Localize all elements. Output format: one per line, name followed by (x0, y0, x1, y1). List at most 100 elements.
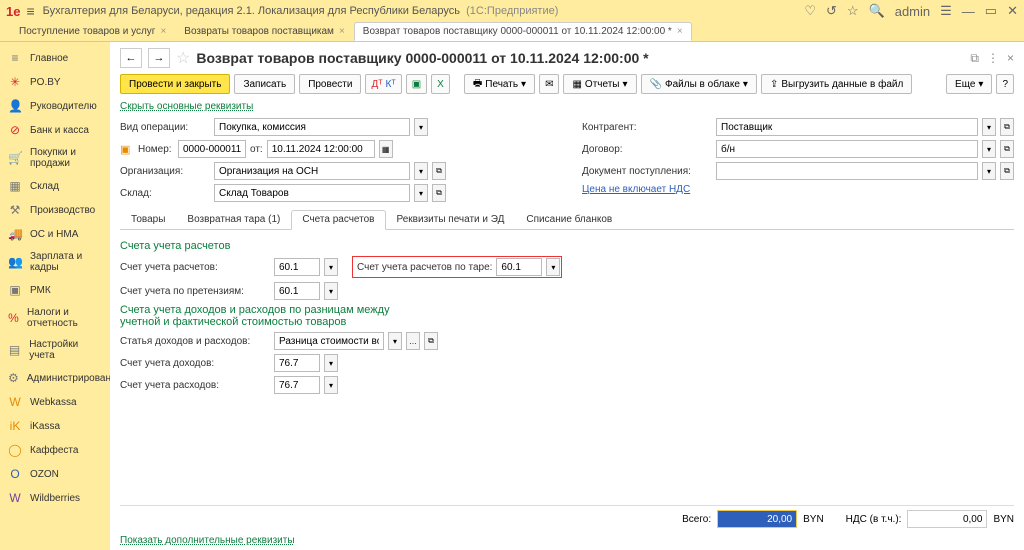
vat-note-link[interactable]: Цена не включает НДС (582, 184, 690, 195)
post-button[interactable]: Провести (299, 74, 361, 94)
calendar-icon[interactable]: ▦ (379, 140, 393, 158)
claim-input[interactable] (274, 282, 320, 300)
window-tab-active[interactable]: Возврат товаров поставщику 0000-000011 о… (354, 22, 692, 41)
sidebar-item[interactable]: ▣РМК (0, 278, 110, 302)
sidebar-item[interactable]: 👥Зарплата и кадры (0, 246, 110, 278)
open-icon[interactable]: ⧉ (432, 184, 446, 202)
open-icon[interactable]: ⧉ (432, 162, 446, 180)
window-tab[interactable]: Возвраты товаров поставщикам× (175, 22, 353, 41)
org-input[interactable] (214, 162, 410, 180)
dropdown-icon[interactable]: ▾ (388, 332, 402, 350)
write-button[interactable]: Записать (234, 74, 295, 94)
forward-button[interactable]: → (148, 48, 170, 68)
dropdown-icon[interactable]: ▾ (324, 282, 338, 300)
dropdown-icon[interactable]: ▾ (414, 184, 428, 202)
sidebar-item[interactable]: OOZON (0, 462, 110, 486)
favorite-icon[interactable]: ☆ (176, 48, 190, 68)
caption-icon[interactable]: ☰ (940, 3, 952, 19)
close-doc-icon[interactable]: × (1007, 51, 1014, 66)
contract-input[interactable] (716, 140, 978, 158)
sidebar-item[interactable]: 🚚ОС и НМА (0, 222, 110, 246)
window-tab[interactable]: Поступление товаров и услуг× (10, 22, 175, 41)
tab-close-icon[interactable]: × (339, 26, 345, 37)
gear-icon: ⚙ (8, 371, 19, 385)
sidebar-item[interactable]: %Налоги и отчетность (0, 302, 110, 334)
dropdown-icon[interactable]: ▾ (324, 258, 338, 276)
post-and-close-button[interactable]: Провести и закрыть (120, 74, 230, 94)
counterparty-input[interactable] (716, 118, 978, 136)
menu-icon[interactable]: ≡ (26, 3, 34, 19)
files-cloud-button[interactable]: 📎 Файлы в облаке ▾ (641, 74, 757, 94)
tab-tare[interactable]: Возвратная тара (1) (176, 210, 291, 229)
sidebar-item[interactable]: ▤Настройки учета (0, 334, 110, 366)
number-input[interactable] (178, 140, 246, 158)
op-type-input[interactable] (214, 118, 410, 136)
hide-main-link[interactable]: Скрыть основные реквизиты (120, 101, 253, 112)
total-input[interactable] (717, 510, 797, 528)
expense-acc-input[interactable] (274, 376, 320, 394)
maximize-icon[interactable]: ▭ (985, 3, 997, 19)
tab-blanks[interactable]: Списание бланков (515, 210, 623, 229)
tab-close-icon[interactable]: × (160, 26, 166, 37)
create-based-button[interactable]: ▣ (406, 74, 427, 94)
sidebar-item[interactable]: WWebkassa (0, 390, 110, 414)
dt-kt-button[interactable]: ДᵀКᵀ (365, 74, 401, 94)
link-icon[interactable]: ⧉ (970, 51, 979, 66)
date-input[interactable] (267, 140, 375, 158)
acc-input[interactable] (274, 258, 320, 276)
dropdown-icon[interactable]: ▾ (414, 118, 428, 136)
close-icon[interactable]: ✕ (1007, 3, 1018, 19)
assets-icon: 🚚 (8, 227, 22, 241)
tab-goods[interactable]: Товары (120, 210, 176, 229)
sidebar-item[interactable]: ⚒Производство (0, 198, 110, 222)
vat-input[interactable] (907, 510, 987, 528)
warehouse-input[interactable] (214, 184, 410, 202)
article-input[interactable] (274, 332, 384, 350)
dropdown-icon[interactable]: ▾ (982, 162, 996, 180)
open-icon[interactable]: ⧉ (1000, 140, 1014, 158)
email-button[interactable]: ✉ (539, 74, 559, 94)
sidebar-item[interactable]: ◯Каффеста (0, 438, 110, 462)
star-icon[interactable]: ☆ (847, 3, 859, 19)
sidebar-item[interactable]: iKiKassa (0, 414, 110, 438)
sidebar-item[interactable]: WWildberries (0, 486, 110, 510)
sidebar-item[interactable]: ✳PO.BY (0, 70, 110, 94)
sidebar-item[interactable]: ≡Главное (0, 46, 110, 70)
help-button[interactable]: ? (996, 74, 1014, 94)
print-button[interactable]: 🖶 Печать ▾ (464, 74, 535, 94)
user-label[interactable]: admin (895, 4, 930, 19)
ellipsis-icon[interactable]: … (406, 332, 420, 350)
export-file-button[interactable]: ⇪ Выгрузить данные в файл (761, 74, 912, 94)
tare-acc-input[interactable] (496, 258, 542, 276)
sidebar-item[interactable]: ⚙Администрирование (0, 366, 110, 390)
sidebar-item[interactable]: ▦Склад (0, 174, 110, 198)
more-button[interactable]: Еще ▾ (946, 74, 992, 94)
reports-button[interactable]: ▦ Отчеты ▾ (563, 74, 636, 94)
search-icon[interactable]: 🔍 (869, 3, 885, 19)
sidebar-item[interactable]: 🛒Покупки и продажи (0, 142, 110, 174)
bell-icon[interactable]: ♡ (804, 3, 816, 19)
tab-accounts[interactable]: Счета расчетов (291, 210, 385, 230)
show-additional-link[interactable]: Показать дополнительные реквизиты (120, 535, 295, 546)
dropdown-icon[interactable]: ▾ (982, 118, 996, 136)
receipt-input[interactable] (716, 162, 978, 180)
back-button[interactable]: ← (120, 48, 142, 68)
minimize-icon[interactable]: — (962, 4, 975, 19)
tab-print-ed[interactable]: Реквизиты печати и ЭД (386, 210, 516, 229)
open-icon[interactable]: ⧉ (424, 332, 438, 350)
history-icon[interactable]: ↺ (826, 3, 837, 19)
dropdown-icon[interactable]: ▾ (414, 162, 428, 180)
tab-close-icon[interactable]: × (677, 26, 683, 37)
open-icon[interactable]: ⧉ (1000, 118, 1014, 136)
income-acc-input[interactable] (274, 354, 320, 372)
dropdown-icon[interactable]: ▾ (324, 376, 338, 394)
sidebar-item[interactable]: ⊘Банк и касса (0, 118, 110, 142)
wildberries-icon: W (8, 491, 22, 505)
excel-button[interactable]: X (431, 74, 450, 94)
dropdown-icon[interactable]: ▾ (982, 140, 996, 158)
dropdown-icon[interactable]: ▾ (324, 354, 338, 372)
open-icon[interactable]: ⧉ (1000, 162, 1014, 180)
kebab-icon[interactable]: ⋮ (987, 51, 999, 66)
dropdown-icon[interactable]: ▾ (546, 258, 560, 276)
sidebar-item[interactable]: 👤Руководителю (0, 94, 110, 118)
